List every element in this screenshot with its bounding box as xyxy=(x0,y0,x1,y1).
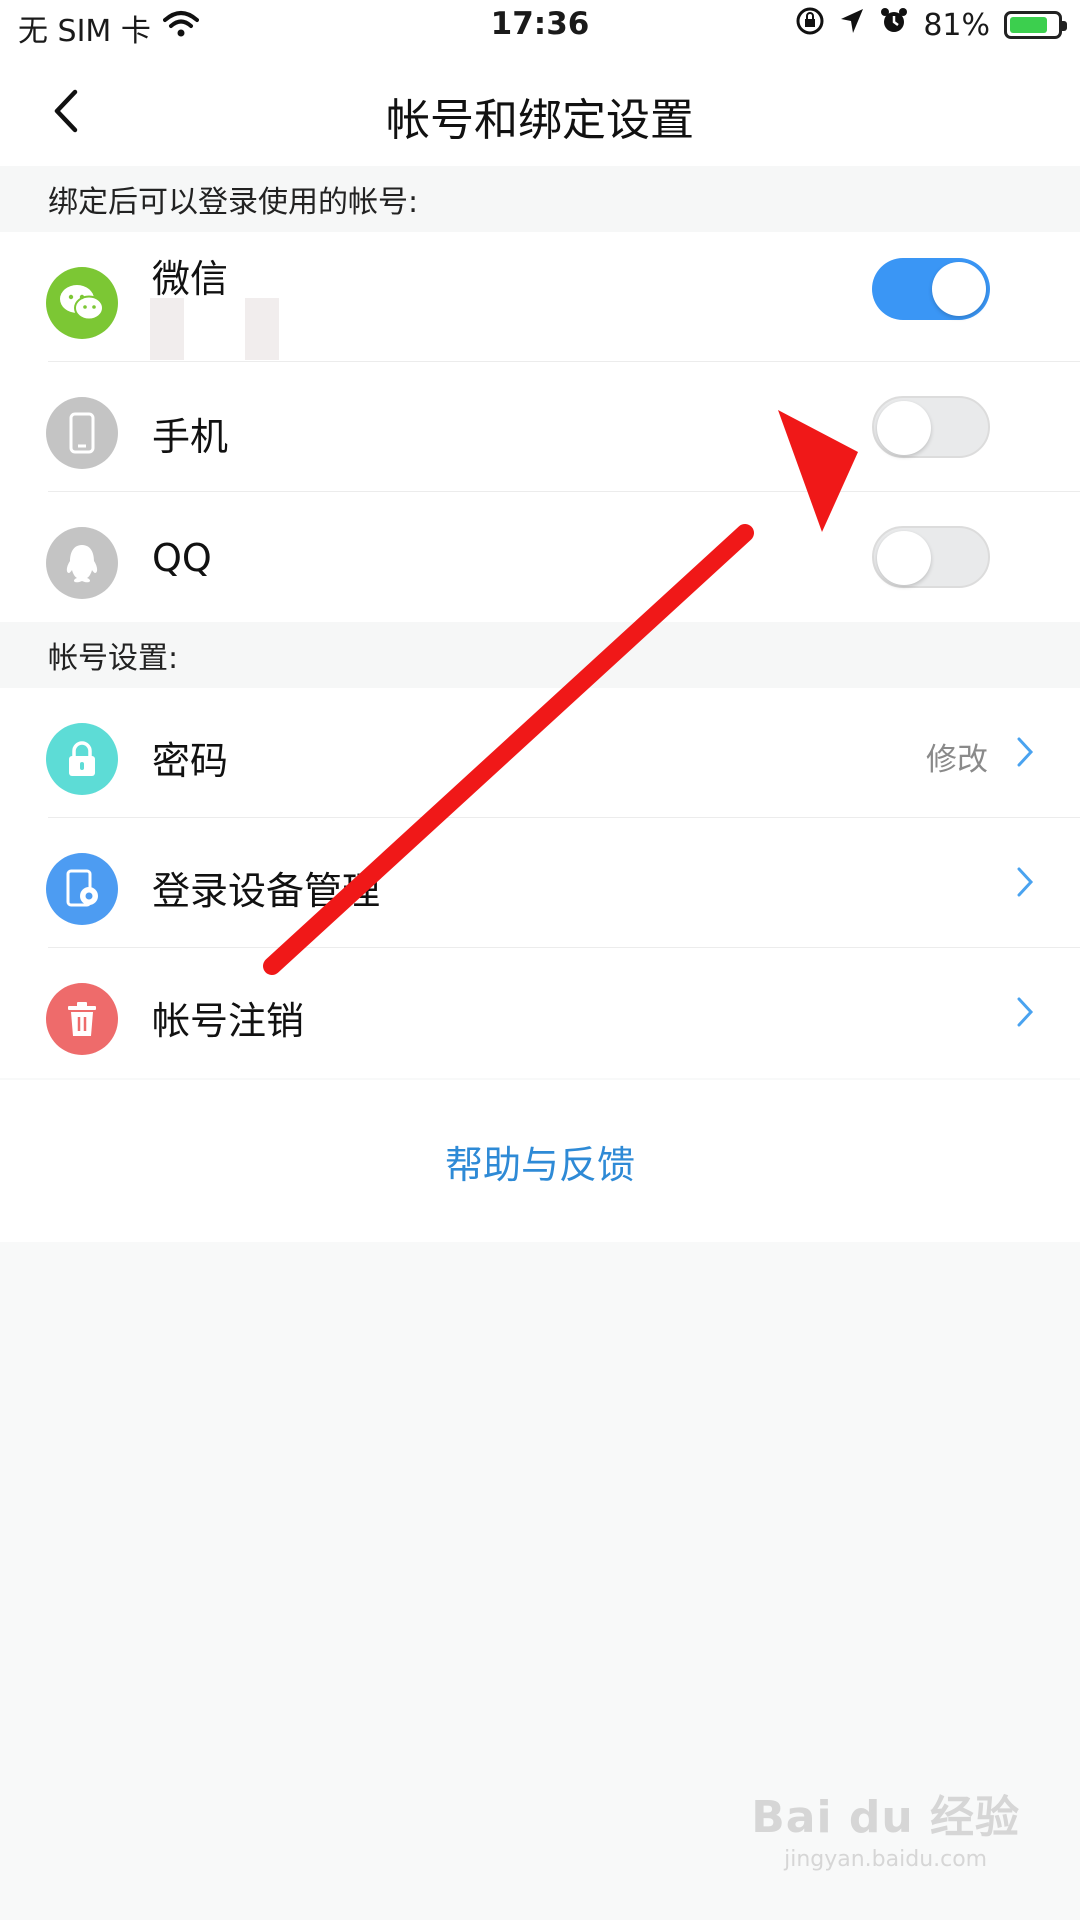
password-label: 密码 xyxy=(152,739,229,783)
phone-toggle[interactable] xyxy=(872,396,990,458)
account-deletion-label: 帐号注销 xyxy=(152,999,305,1043)
page-title: 帐号和绑定设置 xyxy=(386,95,694,146)
status-bar: 无 SIM 卡 17:36 81% xyxy=(0,0,1080,56)
bind-row-wechat[interactable]: 微信 xyxy=(0,232,1080,362)
location-icon xyxy=(839,7,865,43)
chevron-right-icon xyxy=(1010,862,1040,902)
status-right: 81% xyxy=(795,6,1067,44)
chevron-right-icon xyxy=(1010,732,1040,772)
toggle-knob xyxy=(932,262,986,316)
help-area: 帮助与反馈 xyxy=(0,1080,1080,1242)
trash-icon xyxy=(46,983,118,1055)
account-section-title: 帐号设置: xyxy=(48,641,179,676)
account-settings-list: 密码 修改 登录设备管理 帐号注销 xyxy=(0,688,1080,1078)
toggle-knob xyxy=(877,401,931,455)
device-settings-icon xyxy=(46,853,118,925)
battery-level-fill xyxy=(1010,17,1048,33)
phone-label: 手机 xyxy=(152,415,229,459)
redacted-block xyxy=(245,298,279,360)
nav-bar: 帐号和绑定设置 xyxy=(0,56,1080,166)
wechat-icon xyxy=(46,267,118,339)
qq-label: QQ xyxy=(152,536,212,580)
help-feedback-link[interactable]: 帮助与反馈 xyxy=(445,1134,635,1189)
row-password[interactable]: 密码 修改 xyxy=(0,688,1080,818)
toggle-knob xyxy=(877,531,931,585)
password-modify-value: 修改 xyxy=(926,742,988,778)
bind-accounts-list: 微信 手机 QQ xyxy=(0,232,1080,622)
watermark-url: jingyan.baidu.com xyxy=(784,1847,988,1872)
phone-icon xyxy=(46,397,118,469)
alarm-icon xyxy=(879,6,909,44)
device-management-label: 登录设备管理 xyxy=(152,869,381,913)
battery-percent: 81% xyxy=(923,7,990,43)
account-section-header: 帐号设置: xyxy=(0,622,1080,688)
lock-icon xyxy=(46,723,118,795)
qq-icon xyxy=(46,527,118,599)
rotation-lock-icon xyxy=(795,6,825,44)
bind-row-qq[interactable]: QQ xyxy=(0,492,1080,622)
watermark-logo: Bai du 经验 xyxy=(751,1792,1020,1843)
bind-row-phone[interactable]: 手机 xyxy=(0,362,1080,492)
redacted-block xyxy=(150,298,184,360)
row-device-management[interactable]: 登录设备管理 xyxy=(0,818,1080,948)
chevron-right-icon xyxy=(1010,992,1040,1032)
wechat-toggle[interactable] xyxy=(872,258,990,320)
battery-charging-icon xyxy=(1004,11,1067,39)
wechat-label: 微信 xyxy=(152,257,229,301)
bind-section-title: 绑定后可以登录使用的帐号: xyxy=(48,185,419,220)
qq-toggle[interactable] xyxy=(872,526,990,588)
row-account-deletion[interactable]: 帐号注销 xyxy=(0,948,1080,1078)
baidu-watermark: Bai du 经验 jingyan.baidu.com xyxy=(751,1781,1020,1872)
bind-section-header: 绑定后可以登录使用的帐号: xyxy=(0,166,1080,232)
